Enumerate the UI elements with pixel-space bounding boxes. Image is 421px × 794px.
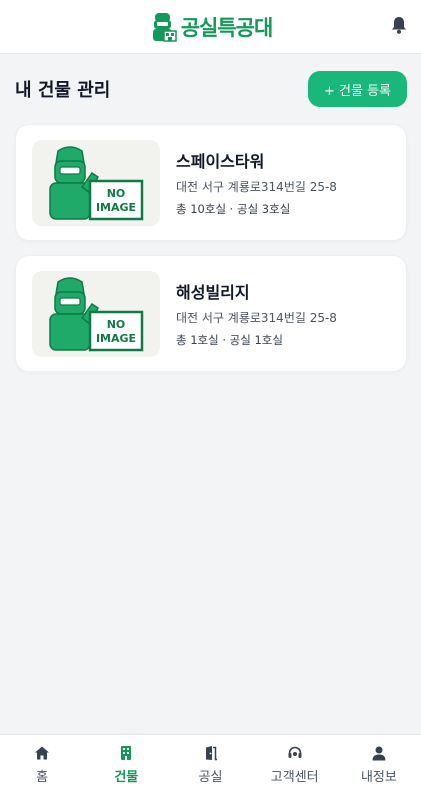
app-logo[interactable]: 공실특공대 [149,11,273,43]
building-info: 스페이스타워 대전 서구 계룡로314번길 25-8 총 10호실 · 공실 3… [176,148,337,217]
building-icon [121,745,132,760]
app-header: 공실특공대 [0,0,421,54]
bottom-nav: 홈 건물 공실 고객센터 내정보 [0,734,421,794]
nav-label: 공실 [198,769,223,785]
nav-item-home[interactable]: 홈 [0,735,84,794]
nav-item-support[interactable]: 고객센터 [253,735,337,794]
home-icon [35,746,50,759]
no-image-placeholder-icon: NO IMAGE [49,276,144,351]
nav-item-profile[interactable]: 내정보 [337,735,421,794]
building-list: NO IMAGE 스페이스타워 대전 서구 계룡로314번길 25-8 총 10… [15,124,407,386]
no-image-placeholder-icon: NO IMAGE [49,145,144,220]
nav-label: 내정보 [360,769,397,785]
page-title: 내 건물 관리 [15,80,111,101]
building-thumbnail: NO IMAGE [32,139,160,226]
placeholder-line1: NO [107,318,126,331]
building-name: 해성빌리지 [176,283,250,302]
building-info: 해성빌리지 대전 서구 계룡로314번길 25-8 총 1호실 · 공실 1호실 [176,279,337,348]
building-stats: 총 1호실 · 공실 1호실 [176,333,283,347]
placeholder-line2: IMAGE [96,332,136,345]
nav-label: 건물 [114,769,139,785]
building-name: 스페이스타워 [176,152,265,171]
add-building-button[interactable]: + 건물 등록 [308,71,407,107]
placeholder-line1: NO [107,187,126,200]
headset-icon [288,746,302,758]
building-card[interactable]: NO IMAGE 해성빌리지 대전 서구 계룡로314번길 25-8 총 1호실… [15,255,407,372]
page-title-row: 내 건물 관리 + 건물 등록 [15,70,407,108]
nav-item-building[interactable]: 건물 [84,735,168,794]
nav-item-vacancy[interactable]: 공실 [168,735,252,794]
soldier-building-logo-icon [152,12,177,42]
nav-label: 홈 [36,769,49,785]
bell-icon[interactable] [389,15,409,35]
logo-text: 공실특공대 [180,15,274,40]
building-address: 대전 서구 계룡로314번길 25-8 [176,180,337,194]
building-stats: 총 10호실 · 공실 3호실 [176,202,291,216]
user-icon [372,746,386,760]
building-address: 대전 서구 계룡로314번길 25-8 [176,311,337,325]
door-icon [205,745,217,760]
nav-label: 고객센터 [270,769,319,785]
building-card[interactable]: NO IMAGE 스페이스타워 대전 서구 계룡로314번길 25-8 총 10… [15,124,407,241]
building-thumbnail: NO IMAGE [32,270,160,357]
placeholder-line2: IMAGE [96,201,136,214]
